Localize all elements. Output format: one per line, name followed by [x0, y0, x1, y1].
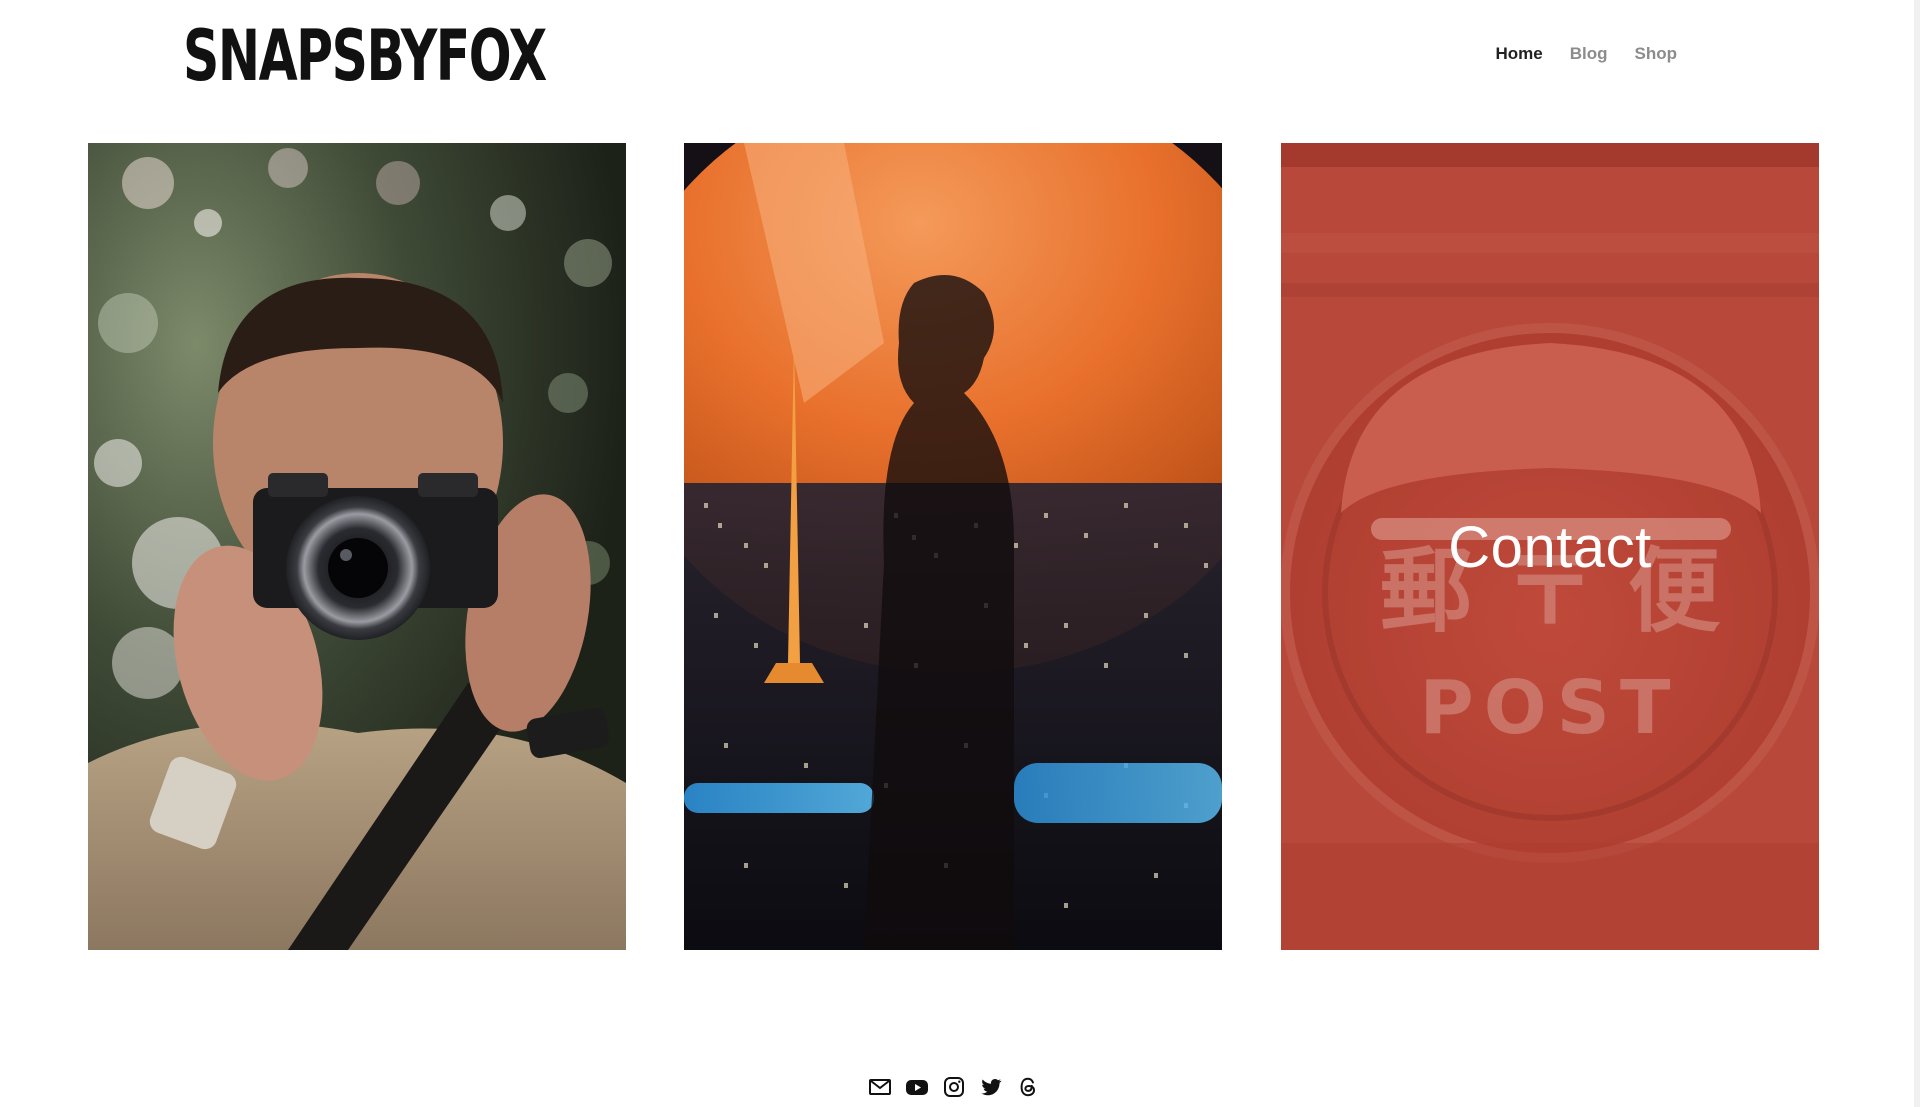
instagram-icon[interactable]	[942, 1075, 966, 1099]
site-logo[interactable]: SNAPSBYFOX	[183, 20, 547, 92]
nav-home-link[interactable]: Home	[1495, 44, 1542, 64]
city-silhouette-image	[684, 143, 1222, 950]
contact-label[interactable]: Contact	[1281, 513, 1819, 583]
twitter-icon[interactable]	[979, 1075, 1003, 1099]
photographer-image	[88, 143, 626, 950]
gallery-tile-photographer[interactable]	[88, 143, 626, 950]
nav-shop-link[interactable]: Shop	[1635, 44, 1678, 64]
gallery-tile-contact[interactable]: 郵 〒 便 POST Contact	[1281, 143, 1819, 950]
threads-icon[interactable]	[1016, 1075, 1040, 1099]
email-icon[interactable]	[868, 1075, 892, 1099]
page-scrollbar[interactable]	[1914, 0, 1920, 1107]
page: SNAPSBYFOX Home Blog Shop 郵 〒 便 POST Con…	[0, 0, 1920, 1107]
youtube-icon[interactable]	[905, 1075, 929, 1099]
social-links	[868, 1075, 1040, 1099]
main-nav: Home Blog Shop	[1495, 44, 1677, 64]
gallery-tile-city[interactable]	[684, 143, 1222, 950]
nav-blog-link[interactable]: Blog	[1570, 44, 1608, 64]
